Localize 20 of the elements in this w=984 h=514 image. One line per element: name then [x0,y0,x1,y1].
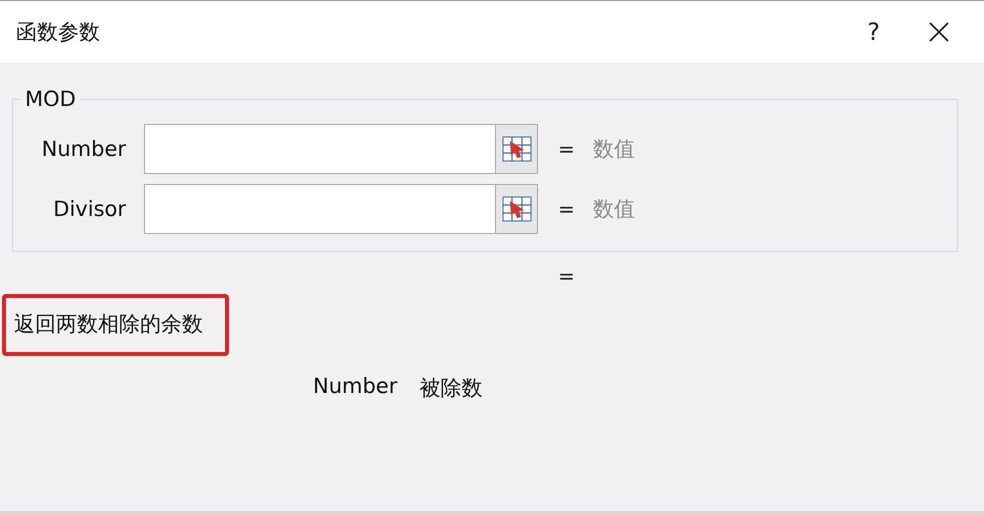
help-button[interactable]: ? [867,18,880,46]
argument-help-name: Number [313,374,398,400]
function-description: 返回两数相除的余数 [14,312,203,336]
equals-sign: = [558,137,575,161]
window-title: 函数参数 [16,19,100,46]
equals-sign: = [558,197,575,221]
collapse-dialog-button[interactable] [496,124,538,174]
formula-result-equals: = [558,264,575,288]
collapse-dialog-button[interactable] [496,184,538,234]
argument-label: Divisor [52,197,126,221]
argument-input-field[interactable] [144,184,496,234]
argument-label: Number [40,137,126,161]
grid-with-cursor-icon [502,136,532,162]
close-button[interactable] [928,21,950,43]
grid-with-cursor-icon [502,196,532,222]
argument-result: 数值 [592,136,635,163]
argument-help-text: 被除数 [419,375,482,402]
function-name: MOD [24,87,77,111]
argument-result: 数值 [592,196,635,223]
argument-input-field[interactable] [144,124,496,174]
